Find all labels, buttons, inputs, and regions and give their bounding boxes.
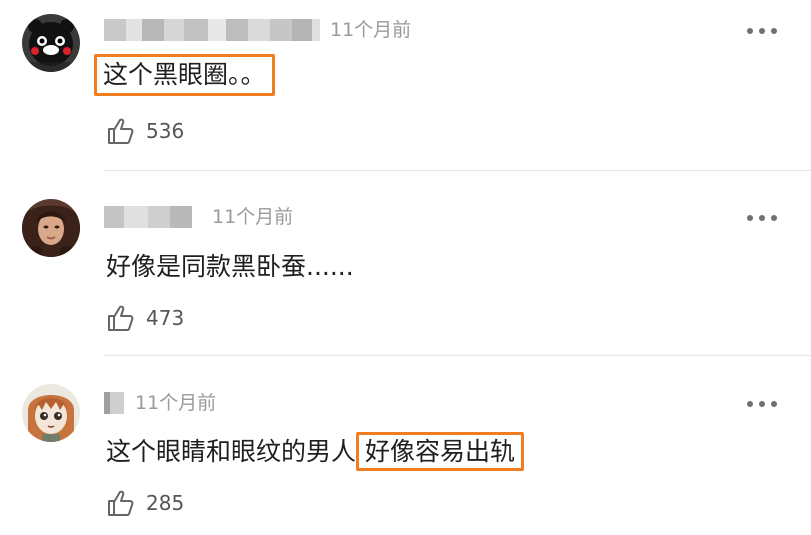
comment-item: 11个月前 这个黑眼圈。。 536: [0, 0, 811, 171]
like-button[interactable]: 285: [106, 488, 184, 518]
more-icon[interactable]: [747, 214, 777, 222]
like-button[interactable]: 473: [106, 303, 184, 333]
comment-text: 这个黑眼圈。。: [94, 54, 275, 96]
thumbs-up-icon: [108, 305, 134, 331]
username-redacted[interactable]: [104, 19, 320, 41]
like-count: 473: [146, 306, 185, 330]
highlight-box: 这个黑眼圈。。: [94, 54, 275, 96]
avatar[interactable]: [22, 384, 80, 442]
comment-text: 好像是同款黑卧蚕......: [106, 252, 354, 281]
avatar[interactable]: [22, 199, 80, 257]
anime-girl-avatar: [22, 384, 80, 442]
comment-text: 这个眼睛和眼纹的男人 好像容易出轨: [106, 432, 525, 471]
more-icon[interactable]: [747, 27, 777, 35]
highlight-box: 好像容易出轨: [356, 432, 525, 471]
username-redacted[interactable]: [104, 392, 124, 414]
comment-timestamp: 11个月前: [212, 206, 294, 228]
like-count: 536: [146, 119, 185, 143]
kumamon-avatar: [22, 14, 80, 72]
woman-portrait-avatar: [22, 199, 80, 257]
comment-timestamp: 11个月前: [330, 19, 412, 41]
like-count: 285: [146, 491, 185, 515]
thumbs-up-icon: [108, 490, 134, 516]
comment-text-prefix: 这个眼睛和眼纹的男人: [106, 437, 357, 466]
comment-item: 11个月前 好像是同款黑卧蚕...... 473: [0, 171, 811, 356]
more-icon[interactable]: [747, 400, 777, 408]
username-redacted[interactable]: [104, 206, 192, 228]
thumbs-up-icon: [108, 118, 134, 144]
like-button[interactable]: 536: [106, 116, 184, 146]
comment-timestamp: 11个月前: [135, 392, 217, 414]
comment-item: 11个月前 这个眼睛和眼纹的男人 好像容易出轨 285: [0, 356, 811, 535]
avatar[interactable]: [22, 14, 80, 72]
